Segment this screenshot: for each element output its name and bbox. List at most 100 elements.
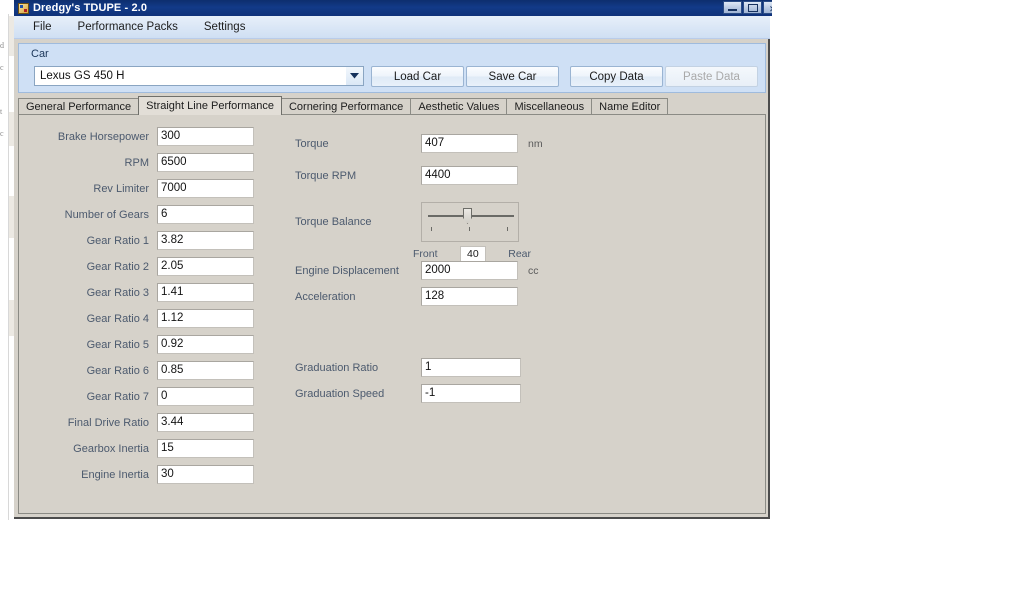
field-row-rpm: RPM 6500 bbox=[45, 153, 254, 172]
input-rev-limiter[interactable]: 7000 bbox=[157, 179, 254, 198]
input-final-drive-ratio[interactable]: 3.44 bbox=[157, 413, 254, 432]
label-front: Front bbox=[413, 248, 438, 260]
paste-data-button: Paste Data bbox=[665, 66, 758, 87]
chevron-down-icon[interactable] bbox=[346, 67, 363, 85]
background-text-glyph: c bbox=[0, 130, 4, 138]
tab-name-editor[interactable]: Name Editor bbox=[591, 98, 669, 115]
label-rev-limiter: Rev Limiter bbox=[93, 182, 149, 195]
car-select-value: Lexus GS 450 H bbox=[40, 70, 125, 82]
tab-strip: General Performance Straight Line Perfor… bbox=[18, 96, 766, 115]
background-text-glyph: d bbox=[0, 42, 4, 50]
field-row-engine-displacement: Engine Displacement 2000 cc bbox=[295, 261, 539, 280]
field-row-brake-horsepower: Brake Horsepower 300 bbox=[45, 127, 254, 146]
field-row-number-of-gears: Number of Gears 6 bbox=[45, 205, 254, 224]
input-torque[interactable]: 407 bbox=[421, 134, 518, 153]
background-rule bbox=[8, 14, 9, 520]
input-number-of-gears[interactable]: 6 bbox=[157, 205, 254, 224]
label-gear-ratio-2: Gear Ratio 2 bbox=[86, 260, 149, 273]
label-gear-ratio-3: Gear Ratio 3 bbox=[86, 286, 149, 299]
field-row-acceleration: Acceleration 128 bbox=[295, 287, 518, 306]
minimize-icon bbox=[728, 9, 737, 11]
input-torque-rpm[interactable]: 4400 bbox=[421, 166, 518, 185]
label-gear-ratio-5: Gear Ratio 5 bbox=[86, 338, 149, 351]
background-text-glyph: t bbox=[0, 108, 3, 116]
window-controls: ✕ bbox=[723, 1, 772, 14]
input-rpm[interactable]: 6500 bbox=[157, 153, 254, 172]
label-number-of-gears: Number of Gears bbox=[64, 208, 149, 221]
label-engine-displacement: Engine Displacement bbox=[295, 264, 399, 277]
field-row-final-drive-ratio: Final Drive Ratio 3.44 bbox=[45, 413, 254, 432]
input-gearbox-inertia[interactable]: 15 bbox=[157, 439, 254, 458]
input-acceleration[interactable]: 128 bbox=[421, 287, 518, 306]
label-gear-ratio-6: Gear Ratio 6 bbox=[86, 364, 149, 377]
close-icon: ✕ bbox=[769, 5, 772, 14]
label-torque-balance: Torque Balance bbox=[295, 216, 372, 228]
label-rear: Rear bbox=[508, 248, 531, 260]
input-gear-ratio-7[interactable]: 0 bbox=[157, 387, 254, 406]
torque-balance-value[interactable]: 40 bbox=[459, 246, 486, 262]
label-gearbox-inertia: Gearbox Inertia bbox=[73, 442, 149, 455]
field-row-rev-limiter: Rev Limiter 7000 bbox=[45, 179, 254, 198]
minimize-button[interactable] bbox=[723, 1, 742, 14]
tab-straight-line-performance[interactable]: Straight Line Performance bbox=[138, 96, 282, 115]
label-torque-rpm: Torque RPM bbox=[295, 169, 357, 182]
field-row-gear-ratio-7: Gear Ratio 7 0 bbox=[45, 387, 254, 406]
menu-item-settings[interactable]: Settings bbox=[195, 18, 255, 36]
field-row-torque-balance: Torque Balance bbox=[295, 202, 519, 242]
maximize-button[interactable] bbox=[743, 1, 762, 14]
load-car-button[interactable]: Load Car bbox=[371, 66, 464, 87]
slider-tick-mid bbox=[469, 227, 470, 231]
slider-thumb[interactable] bbox=[463, 208, 472, 224]
slider-tick-front bbox=[431, 227, 432, 231]
input-gear-ratio-3[interactable]: 1.41 bbox=[157, 283, 254, 302]
input-gear-ratio-6[interactable]: 0.85 bbox=[157, 361, 254, 380]
label-gear-ratio-4: Gear Ratio 4 bbox=[86, 312, 149, 325]
tab-cornering-performance[interactable]: Cornering Performance bbox=[280, 98, 412, 115]
slider-tick-rear bbox=[507, 227, 508, 231]
field-row-gearbox-inertia: Gearbox Inertia 15 bbox=[45, 439, 254, 458]
field-row-gear-ratio-4: Gear Ratio 4 1.12 bbox=[45, 309, 254, 328]
background-text-glyph: c bbox=[0, 64, 4, 72]
title-bar[interactable]: Dredgy's TDUPE - 2.0 ✕ bbox=[14, 0, 772, 16]
close-button[interactable]: ✕ bbox=[763, 1, 772, 14]
unit-torque: nm bbox=[528, 137, 543, 150]
copy-data-button[interactable]: Copy Data bbox=[570, 66, 663, 87]
menu-item-performance-packs[interactable]: Performance Packs bbox=[69, 18, 187, 36]
input-gear-ratio-4[interactable]: 1.12 bbox=[157, 309, 254, 328]
car-group-panel: Car Lexus GS 450 H Load Car Save Car Cop… bbox=[18, 43, 766, 93]
app-icon bbox=[18, 2, 29, 14]
car-group-legend: Car bbox=[31, 48, 49, 60]
label-final-drive-ratio: Final Drive Ratio bbox=[67, 416, 149, 429]
maximize-icon bbox=[748, 4, 758, 12]
input-engine-displacement[interactable]: 2000 bbox=[421, 261, 518, 280]
input-graduation-ratio[interactable]: 1 bbox=[421, 358, 521, 377]
field-row-engine-inertia: Engine Inertia 30 bbox=[45, 465, 254, 484]
straight-line-performance-panel: Brake Horsepower 300 RPM 6500 Rev Limite… bbox=[18, 114, 766, 514]
field-row-graduation-speed: Graduation Speed -1 bbox=[295, 384, 521, 403]
field-row-gear-ratio-6: Gear Ratio 6 0.85 bbox=[45, 361, 254, 380]
label-graduation-speed: Graduation Speed bbox=[295, 387, 385, 400]
car-select-combobox[interactable]: Lexus GS 450 H bbox=[34, 66, 364, 86]
field-row-torque-rpm: Torque RPM 4400 bbox=[295, 166, 518, 185]
tab-general-performance[interactable]: General Performance bbox=[18, 98, 140, 115]
tab-aesthetic-values[interactable]: Aesthetic Values bbox=[410, 98, 508, 115]
menu-bar: File Performance Packs Settings bbox=[14, 16, 770, 39]
label-graduation-ratio: Graduation Ratio bbox=[295, 361, 379, 374]
input-gear-ratio-5[interactable]: 0.92 bbox=[157, 335, 254, 354]
input-graduation-speed[interactable]: -1 bbox=[421, 384, 521, 403]
torque-balance-slider[interactable] bbox=[421, 202, 519, 242]
input-brake-horsepower[interactable]: 300 bbox=[157, 127, 254, 146]
field-row-graduation-ratio: Graduation Ratio 1 bbox=[295, 358, 521, 377]
input-gear-ratio-2[interactable]: 2.05 bbox=[157, 257, 254, 276]
save-car-button[interactable]: Save Car bbox=[466, 66, 559, 87]
field-row-gear-ratio-5: Gear Ratio 5 0.92 bbox=[45, 335, 254, 354]
menu-item-file[interactable]: File bbox=[24, 18, 61, 36]
torque-balance-labels: Front 40 Rear bbox=[413, 246, 531, 262]
label-rpm: RPM bbox=[124, 156, 149, 169]
input-gear-ratio-1[interactable]: 3.82 bbox=[157, 231, 254, 250]
application-window: Dredgy's TDUPE - 2.0 ✕ File Performance … bbox=[14, 0, 772, 519]
field-row-torque: Torque 407 nm bbox=[295, 134, 543, 153]
tab-miscellaneous[interactable]: Miscellaneous bbox=[506, 98, 593, 115]
input-engine-inertia[interactable]: 30 bbox=[157, 465, 254, 484]
label-torque: Torque bbox=[295, 137, 329, 150]
